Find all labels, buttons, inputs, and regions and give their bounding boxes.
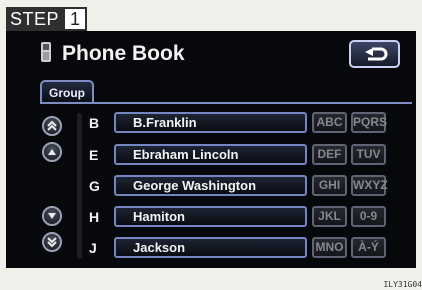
index-key[interactable]: DEF — [312, 144, 347, 165]
step-number: 1 — [63, 7, 88, 31]
index-letter: H — [89, 208, 100, 225]
tab-divider — [40, 102, 412, 104]
page-down-icon — [47, 237, 57, 248]
contact-button[interactable]: George Washington — [114, 175, 307, 196]
step-label: STEP — [6, 7, 64, 31]
contact-button[interactable]: Jackson — [114, 237, 307, 258]
index-key[interactable]: WXYZ — [351, 175, 388, 196]
up-icon — [48, 149, 56, 155]
index-letter: J — [89, 239, 97, 256]
index-key[interactable]: MNO — [312, 237, 347, 258]
scroll-up-button[interactable] — [42, 142, 62, 162]
page-down-button[interactable] — [42, 232, 62, 252]
contact-row: G George Washington — [89, 175, 307, 196]
contact-row: E Ebraham Lincoln — [89, 144, 307, 165]
contact-row: H Hamiton — [89, 206, 307, 227]
index-key[interactable]: TUV — [351, 144, 386, 165]
index-key[interactable]: 0-9 — [351, 206, 386, 227]
index-key[interactable]: À-Ý — [351, 237, 386, 258]
contact-button[interactable]: Ebraham Lincoln — [114, 144, 307, 165]
index-key[interactable]: JKL — [312, 206, 347, 227]
page-up-button[interactable] — [42, 116, 62, 136]
phonebook-screen: Phone Book Group B B.Franklin E Ebraham … — [6, 31, 416, 268]
contact-button[interactable]: B.Franklin — [114, 112, 307, 133]
page-up-icon — [47, 120, 57, 131]
index-letter: G — [89, 177, 100, 194]
return-arrow-icon — [364, 47, 387, 61]
back-button[interactable] — [349, 40, 400, 68]
scroll-down-button[interactable] — [42, 206, 62, 226]
index-key[interactable]: ABC — [312, 112, 347, 133]
contact-button[interactable]: Hamiton — [114, 206, 307, 227]
page-title: Phone Book — [62, 42, 185, 65]
index-letter: B — [89, 114, 100, 131]
index-key[interactable]: GHI — [312, 175, 347, 196]
index-letter: E — [89, 146, 99, 163]
phone-icon — [41, 42, 51, 62]
tab-group[interactable]: Group — [40, 80, 94, 103]
contact-row: B B.Franklin — [89, 112, 307, 133]
contact-row: J Jackson — [89, 237, 307, 258]
scrollbar-track[interactable] — [77, 113, 82, 259]
index-key[interactable]: PQRS — [351, 112, 387, 133]
figure-code: ILY31G04 — [383, 280, 422, 289]
down-icon — [48, 213, 56, 219]
step-badge: STEP 1 — [6, 7, 88, 31]
